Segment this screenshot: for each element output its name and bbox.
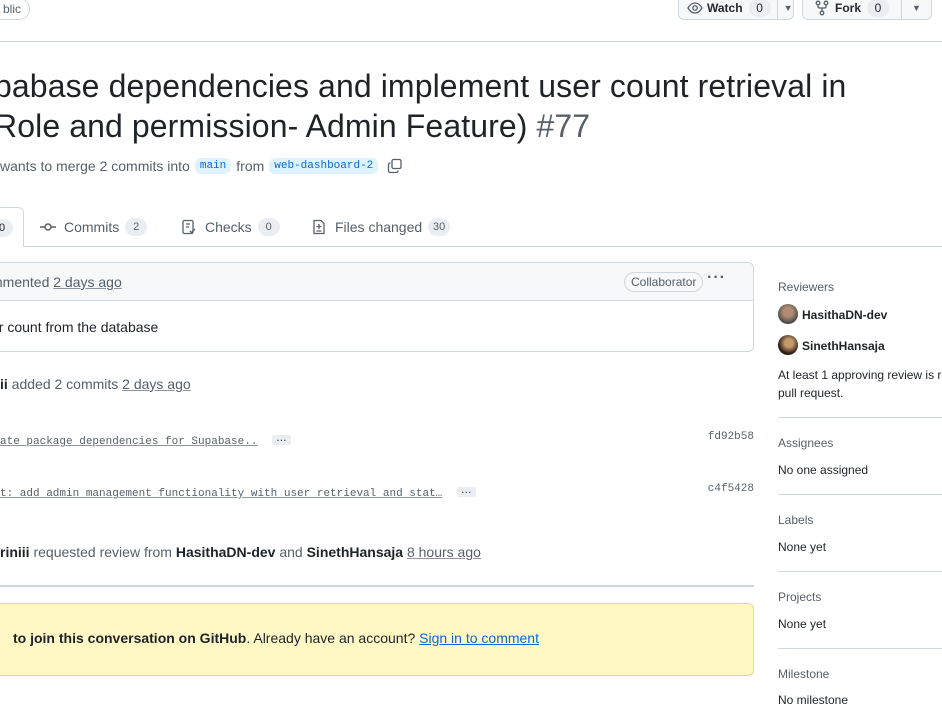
file-diff-icon	[311, 219, 327, 235]
visibility-badge: blic	[0, 0, 31, 20]
kebab-menu-icon[interactable]: ···	[707, 269, 726, 287]
head-branch[interactable]: web-dashboard-2	[269, 158, 379, 174]
commit-sha-link[interactable]: c4f5428	[708, 483, 754, 495]
chevron-down-icon[interactable]: ▼	[912, 0, 921, 20]
review-note: At least 1 approving review is r	[778, 368, 942, 382]
signin-link[interactable]: Sign in to comment	[419, 630, 539, 646]
comment-meta: mmented 2 days ago	[0, 274, 122, 290]
projects-value: None yet	[778, 617, 827, 631]
comment-action: mmented	[0, 274, 50, 290]
pr-title-text1: pabase dependencies and implement user c…	[0, 68, 847, 104]
expand-ellipsis-button[interactable]: …	[271, 432, 291, 445]
commit-row: ate package dependencies for Supabase.. …	[0, 431, 754, 448]
commits-count: 2	[125, 217, 148, 236]
reviewer-name[interactable]: SinethHansaja	[802, 339, 885, 353]
review-requester[interactable]: riniii	[0, 544, 30, 560]
milestone-title[interactable]: Milestone	[778, 667, 829, 681]
sidebar-divider	[778, 417, 942, 418]
tab-files-label: Files changed	[335, 218, 423, 235]
meta-from: from	[236, 158, 265, 174]
reviewer-link[interactable]: HasithaDN-dev	[176, 544, 276, 560]
signin-bold-text: to join this conversation on GitHub	[13, 630, 247, 646]
checklist-icon	[181, 219, 197, 235]
pr-meta: wants to merge 2 commits into main from …	[0, 158, 403, 174]
labels-value: None yet	[778, 540, 827, 554]
review-text: requested review from	[33, 544, 172, 560]
comment-body: er count from the database	[0, 319, 159, 335]
meta-prefix: wants to merge 2 commits into	[0, 158, 190, 174]
reviewer-name[interactable]: HasithaDN-dev	[802, 308, 887, 322]
tab-commits[interactable]: Commits 2	[40, 207, 148, 246]
added-text: added 2 commits	[11, 376, 119, 392]
fork-button[interactable]: Fork 0 ▼	[802, 0, 932, 20]
pr-title-line1: pabase dependencies and implement user c…	[0, 68, 846, 105]
watch-label: Watch	[707, 1, 743, 15]
fork-count: 0	[867, 0, 890, 17]
reviewer-link[interactable]: SinethHansaja	[307, 544, 403, 560]
assignees-title[interactable]: Assignees	[778, 436, 833, 450]
signin-text: to join this conversation on GitHub. Alr…	[13, 630, 539, 646]
eye-icon	[687, 0, 703, 16]
conversation-count: 0	[0, 219, 13, 237]
labels-title[interactable]: Labels	[778, 513, 813, 527]
added-time-link[interactable]: 2 days ago	[122, 376, 191, 392]
signin-mid-text: . Already have an account?	[246, 630, 416, 646]
comment-header: mmented 2 days ago Collaborator ···	[0, 263, 753, 301]
sidebar-divider	[778, 648, 942, 649]
review-time-link[interactable]: 8 hours ago	[407, 544, 481, 560]
avatar[interactable]	[778, 335, 798, 355]
watch-button[interactable]: Watch 0 ▼	[678, 0, 794, 20]
signin-notice: to join this conversation on GitHub. Alr…	[0, 603, 754, 676]
commit-message-link[interactable]: ate package dependencies for Supabase..	[0, 436, 257, 448]
fork-label: Fork	[835, 1, 862, 15]
timeline-review-request: riniii requested review from HasithaDN-d…	[0, 544, 481, 560]
tab-checks[interactable]: Checks 0	[181, 207, 280, 246]
copy-icon[interactable]	[387, 158, 403, 174]
base-branch[interactable]: main	[194, 158, 232, 174]
pr-title-text2: Role and permission- Admin Feature)	[0, 108, 528, 144]
tab-commits-label: Commits	[64, 218, 120, 235]
milestone-value: No milestone	[778, 693, 849, 707]
timeline-divider	[0, 585, 754, 587]
pr-number: #77	[536, 108, 591, 144]
tab-conversation[interactable]: 0	[0, 207, 24, 247]
checks-count: 0	[257, 217, 280, 236]
commit-icon	[40, 219, 56, 235]
avatar[interactable]	[778, 304, 798, 324]
projects-title[interactable]: Projects	[778, 590, 821, 604]
pr-description-comment: mmented 2 days ago Collaborator ··· er c…	[0, 262, 754, 352]
commit-message-link[interactable]: t: add admin management functionality wi…	[0, 488, 442, 500]
tab-checks-label: Checks	[205, 218, 252, 235]
header-divider	[0, 41, 942, 42]
timeline-added-commits: ii added 2 commits 2 days ago	[0, 376, 191, 392]
sidebar-divider	[778, 494, 942, 495]
watch-separator	[776, 0, 778, 20]
review-and: and	[279, 544, 303, 560]
pr-title-line2: Role and permission- Admin Feature) #77	[0, 108, 590, 145]
commit-row: t: add admin management functionality wi…	[0, 483, 754, 500]
fork-icon	[815, 0, 829, 16]
files-count: 30	[428, 217, 451, 236]
comment-time-link[interactable]: 2 days ago	[53, 274, 122, 290]
assignees-value: No one assigned	[778, 463, 869, 477]
tab-files-changed[interactable]: Files changed 30	[311, 207, 451, 246]
sidebar-divider	[778, 571, 942, 572]
pr-tabs: 0 Commits 2 Checks 0 Files changed 30	[0, 207, 942, 247]
collaborator-badge: Collaborator	[624, 272, 704, 292]
added-user[interactable]: ii	[0, 376, 8, 392]
chevron-down-icon[interactable]: ▼	[784, 0, 793, 20]
review-note: pull request.	[778, 386, 844, 400]
commit-sha-link[interactable]: fd92b58	[708, 431, 754, 443]
expand-ellipsis-button[interactable]: …	[456, 484, 476, 497]
reviewers-title[interactable]: Reviewers	[778, 280, 834, 294]
fork-separator	[901, 0, 903, 20]
watch-count: 0	[748, 0, 771, 17]
